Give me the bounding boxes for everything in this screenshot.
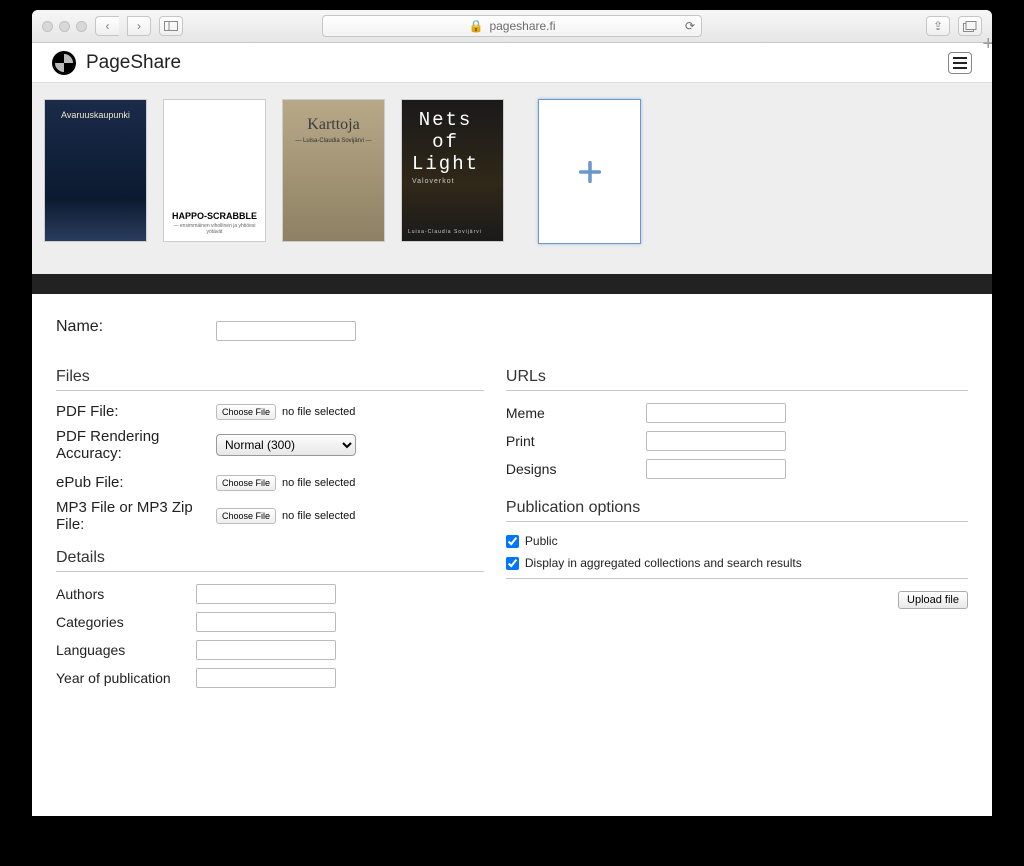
window-controls: [42, 21, 87, 32]
book-author: — Luisa-Claudia Sovijärvi —: [295, 138, 371, 144]
back-button[interactable]: ‹: [95, 16, 119, 36]
book-title: Nets of Light: [412, 110, 479, 176]
book-title: HAPPO-SCRABBLE: [168, 209, 261, 223]
mp3-file-status: no file selected: [282, 510, 355, 522]
brand-title: PageShare: [86, 52, 181, 74]
pubopts-section-title: Publication options: [506, 499, 968, 517]
year-input[interactable]: [196, 668, 336, 688]
minimize-window-icon[interactable]: [59, 21, 70, 32]
files-section-title: Files: [56, 368, 484, 386]
book-tile[interactable]: Karttoja — Luisa-Claudia Sovijärvi —: [282, 99, 385, 242]
pdf-file-status: no file selected: [282, 406, 355, 418]
book-tile[interactable]: Avaruuskaupunki: [44, 99, 147, 242]
book-title: Avaruuskaupunki: [61, 110, 130, 120]
name-label: Name:: [56, 318, 216, 336]
sidebar-toggle-button[interactable]: [159, 16, 183, 36]
book-tile[interactable]: HAPPO-SCRABBLE — ensimmäinen vihollinen …: [163, 99, 266, 242]
book-subtitle: Valoverkot: [412, 178, 455, 185]
details-section-title: Details: [56, 549, 484, 567]
epub-file-status: no file selected: [282, 477, 355, 489]
book-author: Luisa-Claudia Sovijärvi: [408, 229, 482, 235]
print-label: Print: [506, 433, 646, 449]
languages-input[interactable]: [196, 640, 336, 660]
upload-button[interactable]: Upload file: [898, 591, 968, 609]
urls-section-title: URLs: [506, 368, 968, 386]
menu-button[interactable]: [948, 52, 972, 74]
book-title: Karttoja: [307, 116, 359, 134]
year-label: Year of publication: [56, 670, 196, 686]
meme-input[interactable]: [646, 403, 786, 423]
browser-toolbar: ‹ › 🔒 pageshare.fi ⟳ ⇪ +: [32, 10, 992, 43]
choose-epub-button[interactable]: Choose File: [216, 475, 276, 491]
refresh-icon[interactable]: ⟳: [685, 19, 695, 33]
address-bar[interactable]: 🔒 pageshare.fi ⟳: [322, 15, 702, 37]
designs-label: Designs: [506, 461, 646, 477]
languages-label: Languages: [56, 642, 196, 658]
mp3-file-label: MP3 File or MP3 Zip File:: [56, 499, 216, 533]
divider-bar: [32, 274, 992, 294]
categories-input[interactable]: [196, 612, 336, 632]
book-tile[interactable]: Nets of Light Valoverkot Luisa-Claudia S…: [401, 99, 504, 242]
public-label: Public: [525, 534, 558, 548]
authors-label: Authors: [56, 586, 196, 602]
public-checkbox[interactable]: [506, 535, 519, 548]
add-book-tile[interactable]: [538, 99, 641, 244]
brand-logo-icon: [52, 51, 76, 75]
meme-label: Meme: [506, 405, 646, 421]
page-header: PageShare: [32, 43, 992, 83]
close-window-icon[interactable]: [42, 21, 53, 32]
book-shelf: Avaruuskaupunki HAPPO-SCRABBLE — ensimmä…: [32, 83, 992, 274]
plus-icon: [576, 158, 604, 186]
book-subtitle: — ensimmäinen vihollinen ja yhtiöesi yöt…: [168, 223, 261, 235]
epub-file-label: ePub File:: [56, 474, 216, 491]
name-input[interactable]: [216, 321, 356, 341]
choose-pdf-button[interactable]: Choose File: [216, 404, 276, 420]
categories-label: Categories: [56, 614, 196, 630]
aggregate-label: Display in aggregated collections and se…: [525, 556, 802, 570]
maximize-window-icon[interactable]: [76, 21, 87, 32]
tabs-button[interactable]: [958, 16, 982, 36]
share-button[interactable]: ⇪: [926, 16, 950, 36]
print-input[interactable]: [646, 431, 786, 451]
lock-icon: 🔒: [469, 19, 484, 33]
aggregate-checkbox[interactable]: [506, 557, 519, 570]
authors-input[interactable]: [196, 584, 336, 604]
address-host: pageshare.fi: [489, 19, 555, 33]
new-tab-icon[interactable]: +: [982, 33, 992, 56]
pdf-accuracy-select[interactable]: Normal (300): [216, 434, 356, 456]
forward-button[interactable]: ›: [127, 16, 151, 36]
pdf-accuracy-label: PDF Rendering Accuracy:: [56, 428, 216, 462]
choose-mp3-button[interactable]: Choose File: [216, 508, 276, 524]
upload-form: Name: Files PDF File: Choose File no fil…: [32, 294, 992, 816]
designs-input[interactable]: [646, 459, 786, 479]
pdf-file-label: PDF File:: [56, 403, 216, 420]
